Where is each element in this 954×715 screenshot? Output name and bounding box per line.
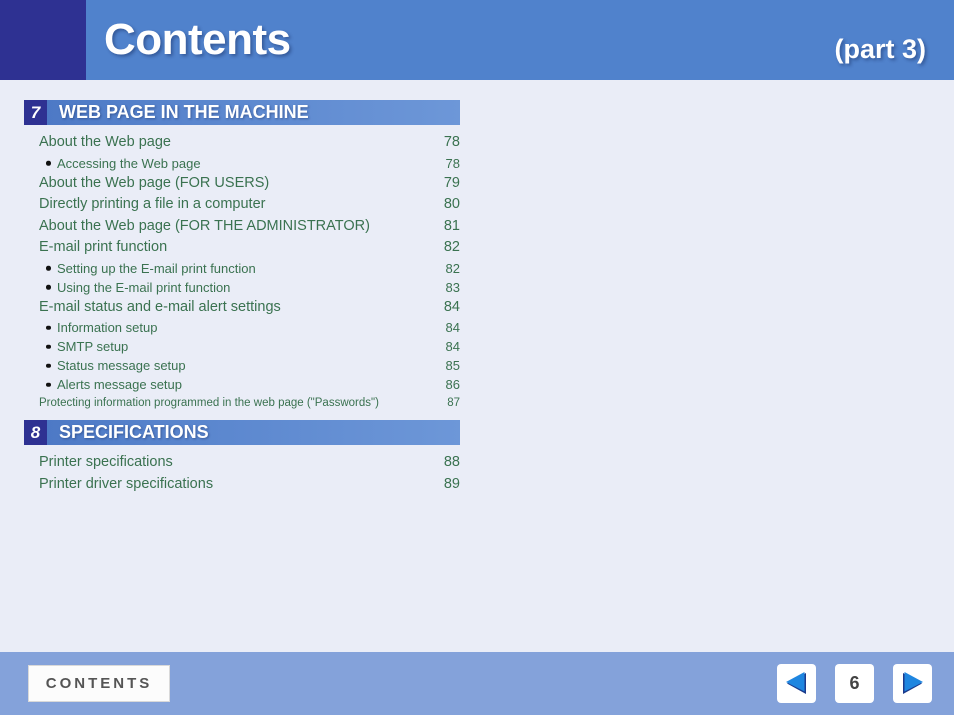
page-footer: CONTENTS 6 [0, 652, 954, 715]
toc-entry-page: 88 [443, 454, 460, 470]
toc-entry[interactable]: E-mail status and e-mail alert settings 8… [24, 297, 460, 319]
current-page-indicator: 6 [835, 664, 874, 703]
toc-entry-label: Directly printing a file in a computer [39, 196, 266, 212]
toc-entry[interactable]: About the Web page 78 [24, 132, 460, 154]
toc-entry-label: Using the E-mail print function [46, 278, 436, 297]
toc-entry-page: 83 [445, 279, 460, 295]
toc-entry[interactable]: Using the E-mail print function 83 [24, 278, 460, 297]
page-header: Contents (part 3) [0, 0, 954, 80]
toc-entry-label: E-mail print function [39, 239, 168, 255]
toc-entry-page: 78 [445, 155, 460, 171]
toc-entry-label: Printer driver specifications [39, 475, 214, 492]
header-part-label: (part 3) [834, 34, 926, 64]
toc-entry-page: 82 [445, 260, 460, 276]
toc-entry-page: 82 [443, 239, 460, 255]
toc-entry[interactable]: Accessing the Web page 78 [24, 154, 460, 173]
toc-entry-page: 85 [445, 358, 460, 373]
next-page-button[interactable] [893, 664, 932, 703]
toc-entry[interactable]: Status message setup 85 [24, 356, 460, 375]
section-entry-list: Printer specifications 88 Printer driver s… [24, 452, 460, 495]
section-number-badge: 8 [24, 420, 47, 445]
section-header-7: 7 WEB PAGE IN THE MACHINE [24, 100, 460, 125]
toc-entry-page: 84 [445, 339, 460, 354]
section-header-8: 8 SPECIFICATIONS [24, 420, 460, 445]
toc-entry[interactable]: Printer specifications 88 [24, 452, 460, 474]
toc-entry[interactable]: About the Web page (FOR THE ADMINISTRATO… [24, 216, 460, 238]
toc-entry-label: Setting up the E-mail print function [46, 259, 436, 278]
toc-entry-label: Protecting information programmed in the… [39, 397, 379, 409]
toc-entry-page: 79 [443, 174, 460, 191]
toc-entry[interactable]: Printer driver specifications 89 [24, 474, 460, 496]
triangle-left-icon [783, 670, 810, 697]
section-title: SPECIFICATIONS [59, 422, 209, 442]
toc-entry-label: About the Web page (FOR THE ADMINISTRATO… [39, 217, 370, 234]
toc-entry-label: About the Web page [39, 134, 171, 150]
toc-entry[interactable]: Alerts message setup 86 [24, 375, 460, 394]
toc-entry[interactable]: About the Web page (FOR USERS) 79 [24, 173, 460, 195]
toc-entry-page: 89 [443, 475, 460, 492]
previous-page-button[interactable] [777, 664, 816, 703]
contents-button-label: CONTENTS [45, 675, 153, 692]
header-corner-block [0, 0, 86, 80]
toc-entry-label: E-mail status and e-mail alert settings [39, 298, 281, 315]
section-entry-list: About the Web page 78 Accessing the Web pa… [24, 132, 460, 413]
section-title: WEB PAGE IN THE MACHINE [59, 102, 309, 122]
toc-entry-page: 78 [443, 134, 460, 150]
toc-entry-page: 86 [445, 377, 460, 392]
table-of-contents: 7 WEB PAGE IN THE MACHINE About the Web pa… [24, 100, 460, 495]
toc-entry[interactable]: Protecting information programmed in the… [24, 394, 460, 413]
section-number-badge: 7 [24, 100, 47, 125]
toc-entry-label: Information setup [46, 318, 436, 337]
toc-entry-label: SMTP setup [46, 337, 436, 356]
toc-entry-page: 84 [443, 298, 460, 315]
toc-entry-label: About the Web page (FOR USERS) [39, 174, 270, 191]
toc-entry-page: 80 [443, 196, 460, 212]
contents-button[interactable]: CONTENTS [28, 665, 170, 702]
toc-entry-label: Accessing the Web page [46, 154, 436, 173]
toc-entry[interactable]: Directly printing a file in a computer 80 [24, 194, 460, 216]
toc-entry-page: 81 [443, 217, 460, 234]
toc-entry[interactable]: SMTP setup 84 [24, 337, 460, 356]
toc-entry-page: 87 [447, 397, 460, 409]
toc-entry-label: Printer specifications [39, 454, 173, 470]
toc-entry[interactable]: E-mail print function 82 [24, 237, 460, 259]
toc-entry[interactable]: Information setup 84 [24, 318, 460, 337]
page-navigation: 6 [777, 664, 932, 703]
toc-entry-label: Alerts message setup [46, 375, 436, 394]
toc-entry-page: 84 [445, 320, 460, 335]
triangle-right-icon [899, 670, 926, 697]
toc-entry[interactable]: Setting up the E-mail print function 82 [24, 259, 460, 278]
page-title: Contents [104, 15, 291, 64]
current-page-number: 6 [849, 673, 860, 693]
toc-entry-label: Status message setup [46, 356, 436, 375]
